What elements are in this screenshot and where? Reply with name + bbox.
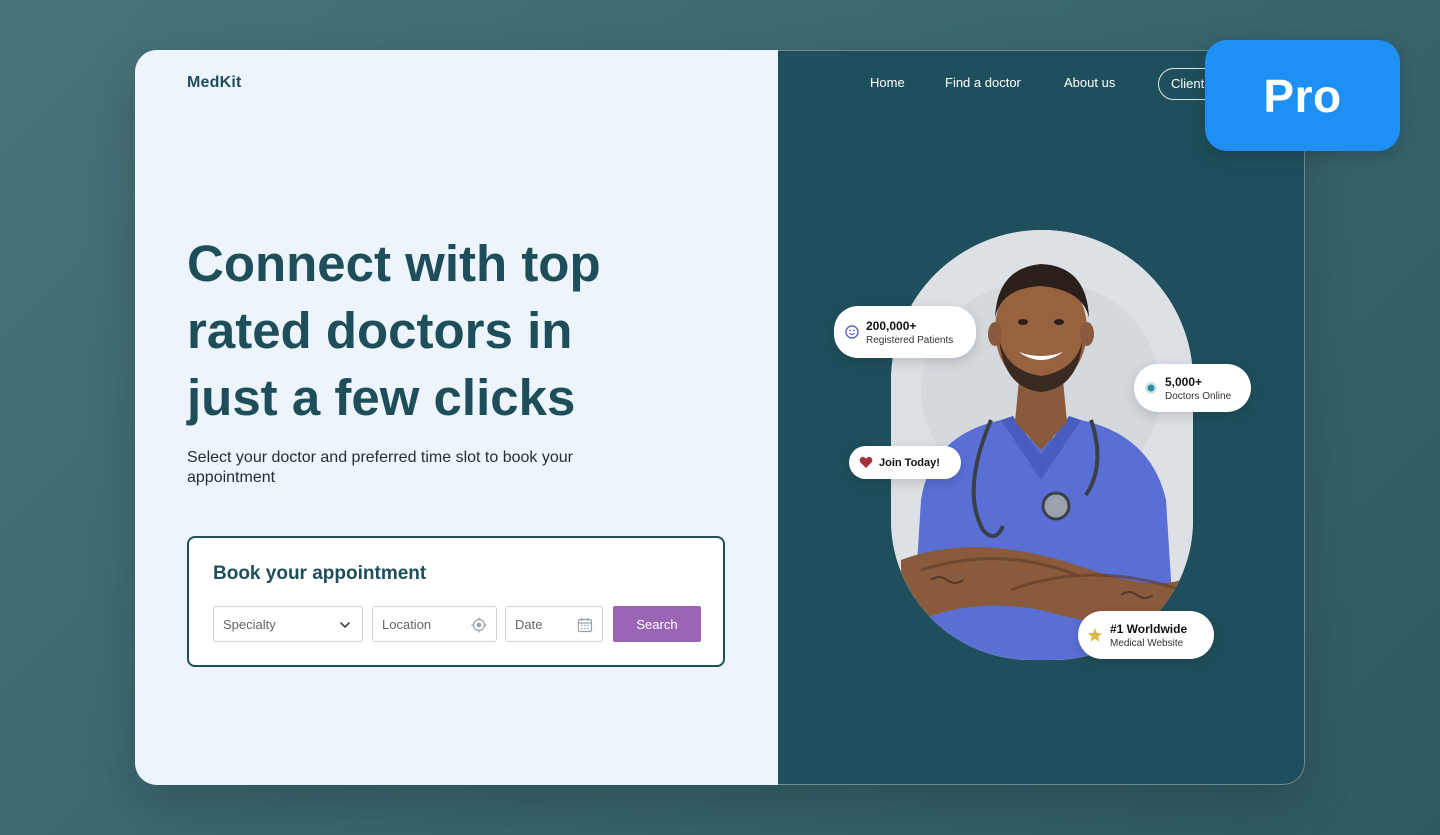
specialty-select[interactable]: Specialty: [213, 606, 363, 642]
doctors-count: 5,000+: [1165, 374, 1203, 389]
headline-line-2: rated doctors in: [187, 302, 573, 359]
nav-home[interactable]: Home: [870, 75, 905, 90]
location-input[interactable]: Location: [372, 606, 497, 642]
heart-icon: [859, 456, 873, 468]
date-input[interactable]: Date: [505, 606, 603, 642]
stat-doctors-online: 5,000+ Doctors Online: [1134, 364, 1251, 412]
date-placeholder: Date: [515, 616, 543, 632]
star-icon: [1087, 628, 1103, 642]
headline-line-3: just a few clicks: [187, 369, 576, 426]
doctors-label: Doctors Online: [1165, 390, 1232, 402]
specialty-placeholder: Specialty: [223, 616, 276, 632]
calendar-icon: [577, 618, 593, 633]
stat-registered-patients: 200,000+ Registered Patients: [834, 306, 976, 358]
headline-line-1: Connect with top: [187, 235, 601, 292]
patients-count: 200,000+: [866, 318, 917, 333]
nav-find-doctor[interactable]: Find a doctor: [945, 75, 1021, 90]
doctor-photo: [891, 230, 1193, 660]
join-today-label: Join Today!: [879, 456, 940, 469]
pro-badge: Pro: [1205, 40, 1400, 151]
smiley-icon: [845, 325, 859, 339]
chevron-down-icon: [340, 622, 350, 628]
booking-form: Book your appointment Specialty Location…: [187, 536, 725, 667]
join-today-pill[interactable]: Join Today!: [849, 446, 961, 479]
stat-worldwide: #1 Worldwide Medical Website: [1078, 611, 1214, 659]
hero-card: MedKit Connect with top rated doctors in…: [135, 50, 1305, 785]
hero-headline: Connect with top rated doctors in just a…: [187, 230, 707, 431]
location-placeholder: Location: [382, 616, 432, 632]
online-dot-icon: [1145, 382, 1157, 394]
locate-icon: [471, 617, 487, 633]
hero-left-panel: MedKit Connect with top rated doctors in…: [135, 50, 778, 785]
search-button[interactable]: Search: [613, 606, 701, 642]
hero-subtitle: Select your doctor and preferred time sl…: [187, 449, 573, 486]
nav-about-us[interactable]: About us: [1064, 75, 1115, 90]
hero-right-panel: Home Find a doctor About us Client 200,0…: [778, 50, 1305, 785]
doctor-illustration: [891, 230, 1193, 660]
worldwide-label: Medical Website: [1110, 637, 1184, 649]
booking-title: Book your appointment: [213, 563, 427, 584]
brand-logo[interactable]: MedKit: [187, 74, 242, 92]
patients-label: Registered Patients: [866, 334, 954, 346]
worldwide-rank: #1 Worldwide: [1110, 621, 1188, 636]
